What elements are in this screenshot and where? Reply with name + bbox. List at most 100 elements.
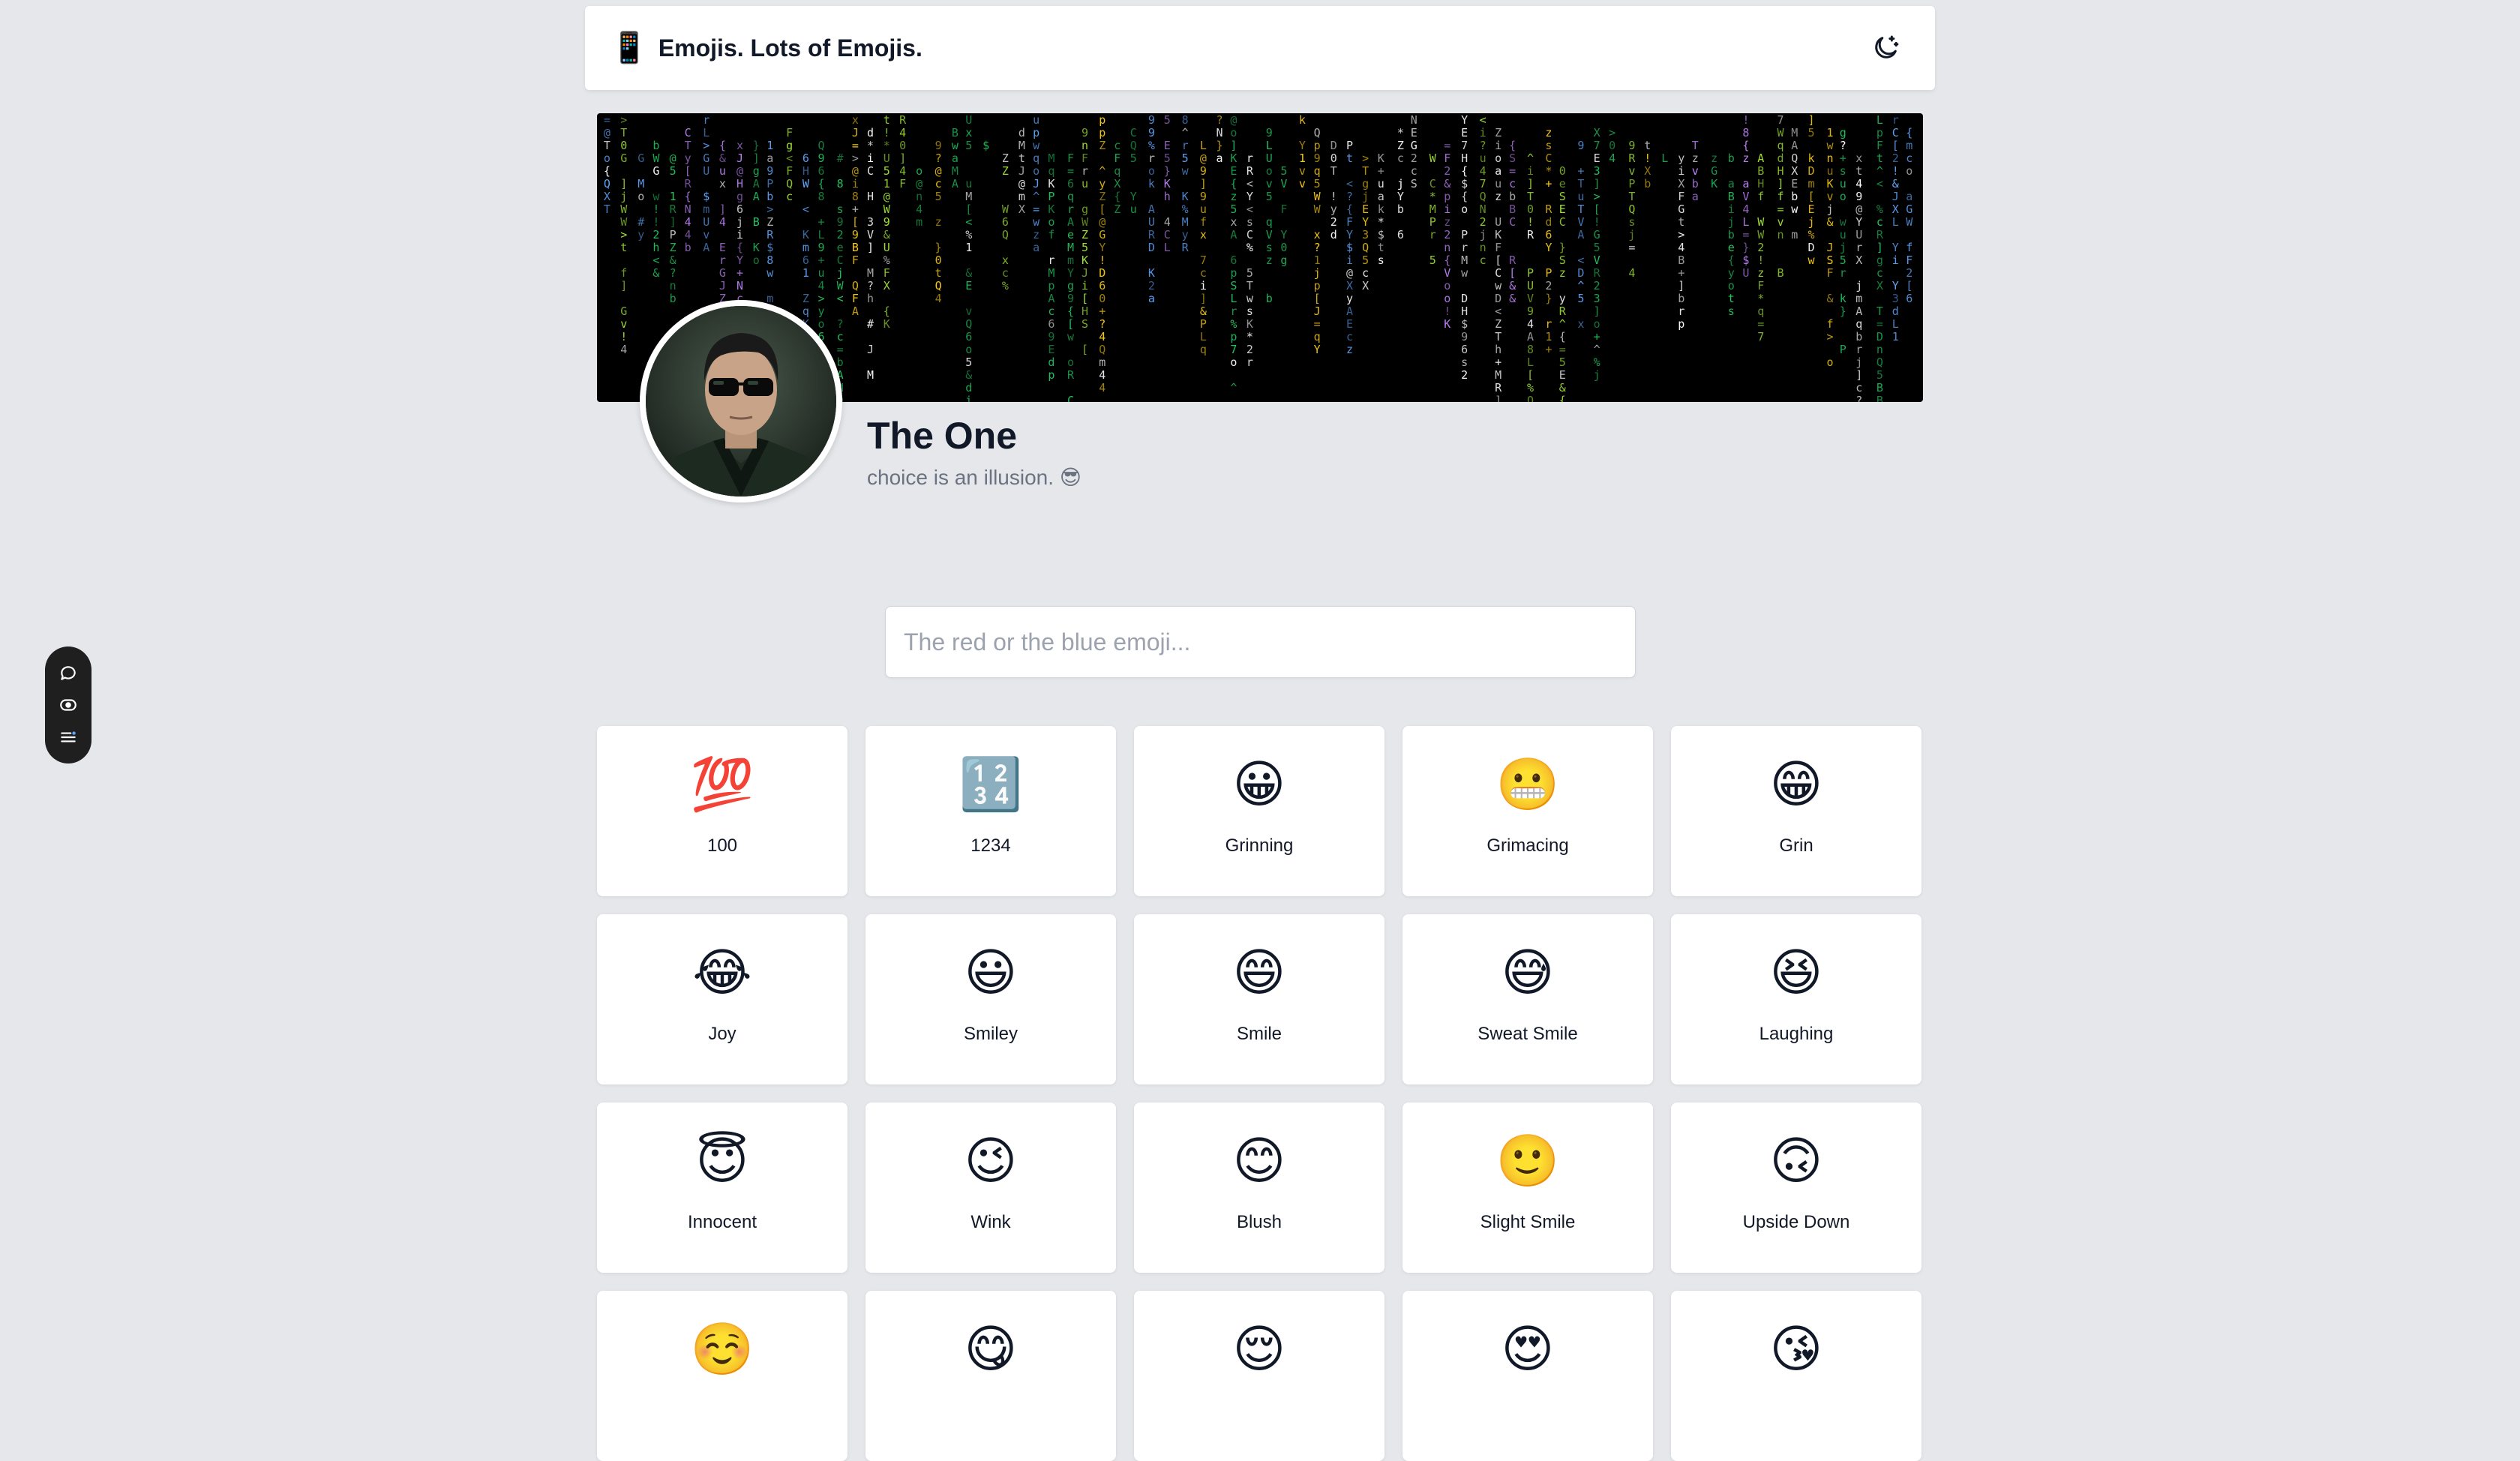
menu-button[interactable]: [55, 724, 82, 751]
svg-text:W: W: [1906, 215, 1913, 229]
svg-text:9: 9: [1314, 152, 1321, 165]
avatar-image: [646, 306, 836, 496]
svg-text:f: f: [1048, 228, 1054, 242]
svg-text:o: o: [1230, 126, 1237, 140]
emoji-card[interactable]: 🔢 1234: [866, 726, 1116, 896]
svg-text:n: n: [916, 190, 922, 203]
svg-text:D: D: [1577, 266, 1584, 280]
emoji-card[interactable]: 🙂 Slight Smile: [1402, 1102, 1653, 1273]
emoji-card[interactable]: 💯 100: [597, 726, 848, 896]
svg-text:6: 6: [818, 164, 825, 178]
emoji-card[interactable]: 😅 Sweat Smile: [1402, 914, 1653, 1084]
svg-text:f: f: [1200, 215, 1207, 229]
emoji-card[interactable]: 😀 Grinning: [1134, 726, 1384, 896]
svg-text:n: n: [1444, 241, 1450, 254]
svg-text:&: &: [670, 254, 676, 267]
svg-text:^: ^: [1527, 152, 1534, 165]
svg-text:4: 4: [685, 228, 692, 242]
svg-text:j: j: [620, 190, 627, 203]
svg-text:D: D: [1808, 241, 1815, 254]
svg-text:]: ]: [899, 152, 906, 165]
brand[interactable]: 📱 Emojis. Lots of Emojis.: [610, 33, 922, 63]
svg-text:j: j: [1594, 368, 1600, 382]
svg-text:m: m: [1018, 190, 1025, 203]
svg-text:{: {: [1461, 190, 1468, 203]
emoji-card[interactable]: 😌: [1134, 1291, 1384, 1461]
svg-text:i: i: [965, 394, 972, 402]
emoji-card[interactable]: 😁 Grin: [1671, 726, 1922, 896]
svg-text:c: c: [935, 177, 942, 190]
svg-text:^: ^: [1594, 343, 1600, 356]
svg-text:[: [: [1099, 202, 1106, 216]
emoji-search-input[interactable]: [885, 606, 1636, 678]
svg-text:Y: Y: [1246, 190, 1253, 203]
chat-button[interactable]: [55, 659, 82, 686]
emoji-card[interactable]: 😍: [1402, 1291, 1653, 1461]
svg-text:>: >: [1594, 190, 1600, 203]
emoji-glyph: 😂: [692, 944, 752, 1001]
svg-text:C: C: [867, 164, 874, 178]
svg-text:8: 8: [1742, 126, 1749, 140]
svg-text:@: @: [604, 126, 610, 140]
svg-text:%: %: [1230, 317, 1237, 331]
emoji-card[interactable]: 😋: [866, 1291, 1116, 1461]
svg-text:j: j: [1314, 266, 1321, 280]
svg-text:@: @: [670, 152, 676, 165]
emoji-glyph: 😍: [1501, 1321, 1555, 1378]
svg-text:3: 3: [1362, 228, 1369, 242]
svg-text:<: <: [1495, 304, 1502, 318]
svg-text:r: r: [1067, 202, 1074, 216]
svg-text:+: +: [1545, 343, 1552, 356]
svg-text:5: 5: [1082, 241, 1088, 254]
emoji-card[interactable]: 😂 Joy: [597, 914, 848, 1084]
svg-text:=: =: [1742, 228, 1749, 242]
avatar[interactable]: [640, 300, 842, 502]
emoji-card[interactable]: 😃 Smiley: [866, 914, 1116, 1084]
svg-text:u: u: [1840, 177, 1846, 190]
svg-text:b: b: [670, 292, 676, 305]
svg-text:1: 1: [965, 241, 972, 254]
svg-text:]: ]: [1200, 292, 1207, 305]
emoji-card[interactable]: 😇 Innocent: [597, 1102, 848, 1273]
svg-text:%: %: [1182, 202, 1189, 216]
emoji-card[interactable]: 😄 Smile: [1134, 914, 1384, 1084]
svg-text:^: ^: [1876, 164, 1883, 178]
svg-text:9: 9: [1577, 139, 1584, 152]
svg-text:Y: Y: [1362, 215, 1369, 229]
svg-text:3: 3: [867, 215, 874, 229]
svg-text:&: &: [1509, 292, 1516, 305]
svg-text:c: c: [1346, 330, 1353, 344]
emoji-card[interactable]: 🙃 Upside Down: [1671, 1102, 1922, 1273]
emoji-card[interactable]: ☺️: [597, 1291, 848, 1461]
svg-text:R: R: [1559, 304, 1567, 318]
svg-text:[: [: [965, 202, 972, 216]
svg-text:z: z: [1033, 228, 1040, 242]
emoji-card[interactable]: 😉 Wink: [866, 1102, 1116, 1273]
emoji-glyph: 😅: [1501, 944, 1555, 1001]
svg-text:T: T: [1628, 190, 1635, 203]
emoji-card[interactable]: 😆 Laughing: [1671, 914, 1922, 1084]
emoji-card[interactable]: 😊 Blush: [1134, 1102, 1384, 1273]
svg-text:j: j: [1856, 356, 1862, 369]
svg-text:6: 6: [1461, 343, 1468, 356]
svg-text:i: i: [1480, 126, 1486, 140]
emoji-card[interactable]: 😘: [1671, 1291, 1922, 1461]
svg-text:>: >: [1609, 126, 1616, 140]
svg-text:C: C: [1545, 152, 1552, 165]
svg-text:A: A: [1148, 202, 1155, 216]
svg-text:u: u: [1082, 177, 1088, 190]
svg-text:4: 4: [1609, 152, 1616, 165]
svg-text:o: o: [916, 164, 922, 178]
visibility-button[interactable]: [55, 692, 82, 718]
emoji-card[interactable]: 😬 Grimacing: [1402, 726, 1653, 896]
svg-text:$: $: [1461, 317, 1468, 331]
svg-text:5: 5: [1876, 368, 1883, 382]
svg-text:F: F: [899, 177, 906, 190]
svg-text:X: X: [1876, 279, 1883, 292]
svg-text:M: M: [1461, 254, 1468, 267]
svg-text:*: *: [867, 139, 874, 152]
theme-toggle-button[interactable]: [1863, 26, 1908, 70]
svg-text:2: 2: [1461, 368, 1468, 382]
svg-text:F: F: [1906, 254, 1912, 267]
svg-text:g: g: [753, 164, 760, 178]
